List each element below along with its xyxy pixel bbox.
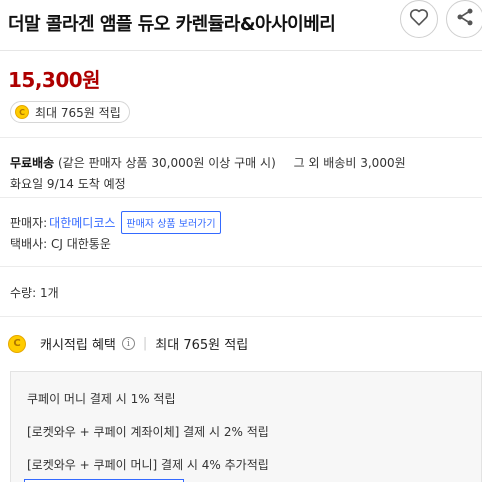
arrival-date: 화요일 9/14 도착 예정: [10, 177, 126, 191]
share-icon: [455, 7, 475, 31]
coin-icon: C: [15, 105, 29, 119]
courier-info: 택배사: CJ 대한통운: [10, 237, 111, 251]
divider: |: [142, 336, 148, 351]
benefit-item: 쿠페이 머니 결제 시 1% 적립: [27, 392, 176, 406]
share-button[interactable]: [446, 0, 482, 38]
reward-text: 최대 765원 적립: [35, 105, 121, 120]
cash-reward-max: 최대 765원 적립: [155, 338, 249, 353]
section-divider: [0, 316, 482, 317]
free-shipping-label: 무료배송: [10, 156, 55, 170]
quantity-text: 수량: 1개: [10, 286, 59, 300]
seller-products-button[interactable]: 판매자 상품 보러가기: [121, 211, 221, 234]
reward-badge: C 최대 765원 적립: [10, 101, 130, 123]
benefit-item: [로켓와우 + 쿠페이 머니] 결제 시 4% 추가적립: [27, 458, 269, 472]
benefit-box: 쿠페이 머니 결제 시 1% 적립 [로켓와우 + 쿠페이 계좌이체] 결제 시…: [10, 371, 482, 482]
shipping-info: 무료배송 (같은 판매자 상품 30,000원 이상 구매 시) 그 외 배송비…: [10, 154, 406, 171]
cash-reward-label: 캐시적립 혜택: [40, 338, 116, 353]
section-divider: [0, 137, 482, 138]
shipping-other-fee: 그 외 배송비 3,000원: [293, 156, 406, 170]
info-icon[interactable]: i: [121, 337, 135, 350]
coin-icon: C: [8, 334, 26, 353]
seller-label: 판매자:: [10, 216, 48, 230]
wishlist-button[interactable]: [400, 0, 438, 38]
benefit-item: [로켓와우 + 쿠페이 계좌이체] 결제 시 2% 적립: [27, 425, 269, 439]
seller-row: 판매자: 대한메디코스 판매자 상품 보러가기: [10, 211, 221, 234]
section-divider: [0, 266, 482, 267]
shipping-condition: (같은 판매자 상품 30,000원 이상 구매 시): [58, 156, 276, 170]
cash-reward-row: C 캐시적립 혜택 i | 최대 765원 적립: [8, 334, 248, 353]
product-title: 더말 콜라겐 앰플 듀오 카렌듈라&아사이베리: [8, 14, 336, 35]
heart-outline-icon: [409, 8, 429, 30]
title-divider: [0, 50, 482, 51]
product-price: 15,300원: [8, 68, 101, 92]
section-divider: [0, 197, 482, 198]
seller-name-link[interactable]: 대한메디코스: [49, 214, 115, 231]
